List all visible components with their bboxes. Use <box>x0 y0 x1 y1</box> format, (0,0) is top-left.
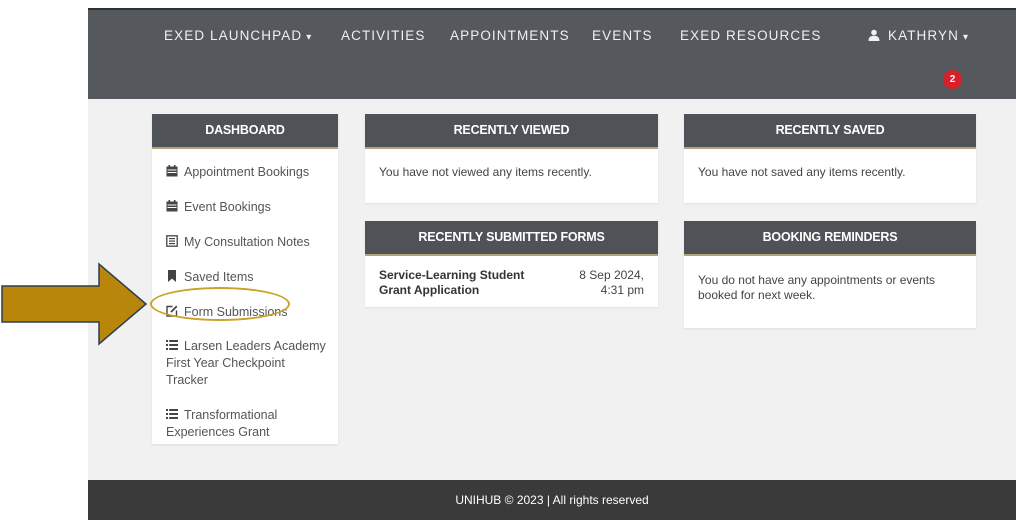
user-icon <box>868 29 880 41</box>
notification-badge[interactable]: 2 <box>943 70 962 89</box>
footer: UNIHUB © 2023 | All rights reserved <box>88 480 1016 520</box>
calendar-icon <box>166 200 178 212</box>
recently-viewed-title: RECENTLY VIEWED <box>365 114 658 149</box>
nav-events[interactable]: EVENTS <box>592 28 653 43</box>
sidebar-item-larsen-leaders-tracker[interactable]: Larsen Leaders Academy First Year Checkpo… <box>166 338 336 389</box>
sidebar-item-appointment-bookings[interactable]: Appointment Bookings <box>166 164 309 181</box>
booking-reminders-panel: BOOKING REMINDERS You do not have any ap… <box>684 221 976 328</box>
booking-reminders-message: You do not have any appointments or even… <box>684 256 976 319</box>
sidebar-item-label-line2: Experiences Grant <box>166 425 270 439</box>
nav-activities[interactable]: ACTIVITIES <box>341 28 426 43</box>
dashboard-panel: DASHBOARD Appointment Bookings Event Boo… <box>152 114 338 444</box>
sidebar-item-transformational-grant[interactable]: Transformational Experiences Grant <box>166 407 336 441</box>
chevron-down-icon: ▾ <box>306 32 313 43</box>
booking-reminders-title: BOOKING REMINDERS <box>684 221 976 256</box>
submitted-form-title-line1: Service-Learning Student <box>379 268 525 282</box>
sidebar-item-consultation-notes[interactable]: My Consultation Notes <box>166 234 310 251</box>
nav-user-menu[interactable]: KATHRYN ▾ <box>868 28 969 43</box>
recently-submitted-forms-panel: RECENTLY SUBMITTED FORMS Service-Learnin… <box>365 221 658 307</box>
submitted-form-title-line2: Grant Application <box>379 283 480 297</box>
sidebar-item-label-line1: Transformational <box>184 408 278 422</box>
sidebar-item-label: Event Bookings <box>184 200 271 214</box>
list-icon <box>166 409 178 419</box>
dashboard-title: DASHBOARD <box>152 114 338 149</box>
nav-exed-launchpad[interactable]: EXED LAUNCHPAD ▾ <box>164 28 312 43</box>
app-window: EXED LAUNCHPAD ▾ ACTIVITIES APPOINTMENTS … <box>88 8 1016 520</box>
nav-exed-resources[interactable]: EXED RESOURCES <box>680 28 821 43</box>
sidebar-item-event-bookings[interactable]: Event Bookings <box>166 199 271 216</box>
submitted-form-title[interactable]: Service-Learning Student Grant Applicatio… <box>379 268 549 298</box>
bookmark-icon <box>168 270 176 282</box>
recently-saved-panel: RECENTLY SAVED You have not saved any it… <box>684 114 976 203</box>
annotation-arrow-icon <box>1 262 148 346</box>
sidebar-item-saved-items[interactable]: Saved Items <box>166 269 253 286</box>
top-navigation-bar: EXED LAUNCHPAD ▾ ACTIVITIES APPOINTMENTS … <box>88 8 1016 99</box>
nav-user-label: KATHRYN <box>888 28 959 43</box>
recently-viewed-message: You have not viewed any items recently. <box>379 165 592 179</box>
notes-icon <box>166 235 178 247</box>
submitted-form-row[interactable]: Service-Learning Student Grant Applicatio… <box>365 256 658 306</box>
submitted-form-date: 8 Sep 2024, 4:31 pm <box>554 268 644 298</box>
submitted-form-date-line2: 4:31 pm <box>600 283 644 297</box>
list-icon <box>166 340 178 350</box>
recently-saved-message: You have not saved any items recently. <box>698 165 906 179</box>
sidebar-item-label: My Consultation Notes <box>184 235 310 249</box>
chevron-down-icon: ▾ <box>962 32 970 43</box>
sidebar-item-label-line2: First Year Checkpoint <box>166 356 285 370</box>
submitted-form-date-line1: 8 Sep 2024, <box>579 268 644 282</box>
booking-reminders-message-line1: You do not have any appointments or even… <box>698 273 936 287</box>
nav-exed-launchpad-label: EXED LAUNCHPAD <box>164 28 303 43</box>
nav-appointments[interactable]: APPOINTMENTS <box>450 28 570 43</box>
recently-viewed-panel: RECENTLY VIEWED You have not viewed any … <box>365 114 658 203</box>
sidebar-item-label-line3: Tracker <box>166 373 208 387</box>
sidebar-item-label-line1: Larsen Leaders Academy <box>184 339 326 353</box>
recently-saved-title: RECENTLY SAVED <box>684 114 976 149</box>
sidebar-item-label: Appointment Bookings <box>184 165 310 179</box>
recently-submitted-forms-title: RECENTLY SUBMITTED FORMS <box>365 221 658 256</box>
booking-reminders-message-line2: booked for next week. <box>698 288 816 302</box>
annotation-highlight-oval <box>150 287 290 321</box>
sidebar-item-label: Saved Items <box>184 270 254 284</box>
calendar-icon <box>166 165 178 177</box>
